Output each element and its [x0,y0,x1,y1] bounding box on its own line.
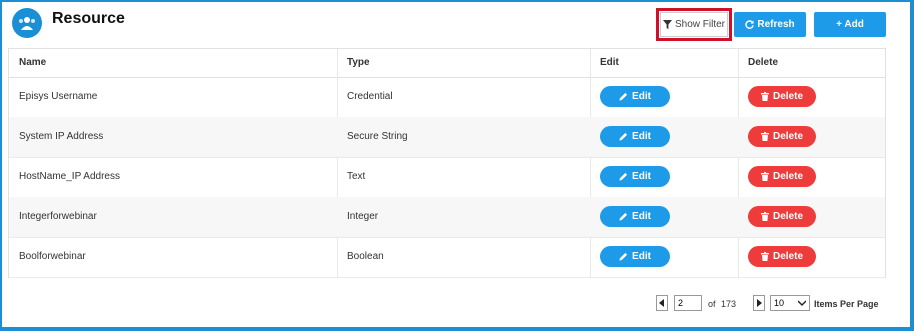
edit-label: Edit [632,131,651,142]
refresh-label: Refresh [757,19,795,30]
delete-button[interactable]: Delete [748,86,816,107]
show-filter-button[interactable]: Show Filter [660,12,728,37]
resource-name: Episys Username [19,91,98,102]
resource-type: Boolean [347,251,384,262]
table-row: Integerforwebinar Integer Edit Delete [9,197,885,238]
show-filter-label: Show Filter [674,19,725,30]
add-label: + Add [836,19,864,30]
delete-button[interactable]: Delete [748,206,816,227]
resource-type: Text [347,171,366,182]
edit-label: Edit [632,171,651,182]
refresh-icon [745,20,755,29]
column-header-delete: Delete [748,57,779,68]
table-row: Boolforwebinar Boolean Edit Delete [9,237,885,278]
trash-icon [760,212,769,221]
chevron-right-icon [756,294,762,312]
next-page-button[interactable] [753,295,765,311]
delete-label: Delete [772,131,803,142]
resource-table: Name Type Edit Delete Episys Username Cre… [8,48,886,278]
prev-page-button[interactable] [656,295,668,311]
edit-label: Edit [632,251,651,262]
pencil-icon [619,212,628,221]
trash-icon [760,252,769,261]
pencil-icon [619,172,628,181]
column-header-edit: Edit [600,57,619,68]
edit-label: Edit [632,211,651,222]
resource-type: Secure String [347,131,408,142]
table-row: HostName_IP Address Text Edit Delete [9,157,885,198]
per-page-label: Items Per Page [814,299,879,309]
pencil-icon [619,252,628,261]
of-label: of [708,299,716,309]
add-button[interactable]: + Add [814,12,886,37]
edit-button[interactable]: Edit [600,86,670,107]
resource-type: Integer [347,211,379,222]
edit-button[interactable]: Edit [600,126,670,147]
delete-button[interactable]: Delete [748,166,816,187]
edit-button[interactable]: Edit [600,166,670,187]
items-per-page-select[interactable]: 10 [770,295,810,311]
delete-button[interactable]: Delete [748,126,816,147]
table-row: Episys Username Credential Edit Delete [9,77,885,118]
pencil-icon [619,92,628,101]
resource-name: System IP Address [19,131,104,142]
delete-button[interactable]: Delete [748,246,816,267]
delete-label: Delete [772,171,803,182]
delete-label: Delete [772,211,803,222]
resource-type: Credential [347,91,393,102]
filter-icon [662,20,672,29]
pencil-icon [619,132,628,141]
delete-label: Delete [772,251,803,262]
total-pages: 173 [721,299,737,309]
chevron-left-icon [659,294,665,312]
chevron-down-icon [797,298,807,308]
page-number-input[interactable] [674,295,702,311]
refresh-button[interactable]: Refresh [734,12,806,37]
edit-button[interactable]: Edit [600,246,670,267]
column-header-type[interactable]: Type [347,49,370,77]
delete-label: Delete [772,91,803,102]
app-frame: Resource Show Filter Refresh + Add Name … [2,2,910,327]
resource-name: HostName_IP Address [19,171,120,182]
trash-icon [760,172,769,181]
table-row: System IP Address Secure String Edit Delete [9,117,885,158]
table-header: Name Type Edit Delete [9,49,885,78]
trash-icon [760,132,769,141]
per-page-value: 10 [774,298,785,308]
edit-label: Edit [632,91,651,102]
edit-button[interactable]: Edit [600,206,670,227]
resource-name: Integerforwebinar [19,211,97,222]
users-icon [12,8,42,38]
resource-name: Boolforwebinar [19,251,86,262]
page-title: Resource [52,10,125,27]
column-header-name[interactable]: Name [19,49,46,77]
trash-icon [760,92,769,101]
